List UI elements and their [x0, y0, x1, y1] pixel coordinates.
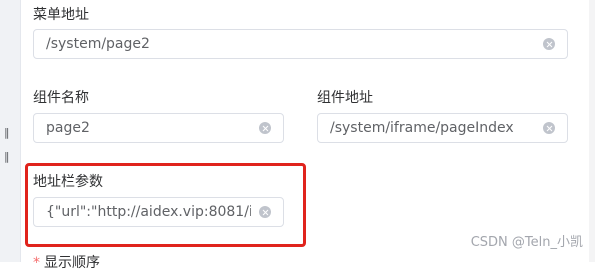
component-address-input[interactable]: /system/iframe/pageIndex	[317, 113, 568, 143]
display-order-text: 显示顺序	[44, 255, 100, 271]
menu-address-label: 菜单地址	[33, 7, 89, 23]
component-name-input[interactable]: page2	[33, 113, 284, 143]
component-address-label: 组件地址	[317, 90, 373, 106]
clear-icon[interactable]	[259, 122, 271, 134]
component-address-value: /system/iframe/pageIndex	[330, 120, 514, 136]
left-edge-fragment: ‖	[4, 126, 10, 139]
menu-address-value: /system/page2	[46, 36, 150, 52]
address-params-value: {"url":"http://aidex.vip:8081/ind	[46, 204, 251, 220]
scrollbar[interactable]	[589, 0, 595, 262]
address-params-label: 地址栏参数	[33, 174, 103, 190]
component-name-label: 组件名称	[33, 90, 89, 106]
address-params-input[interactable]: {"url":"http://aidex.vip:8081/ind	[33, 197, 284, 227]
display-order-label: * 显示顺序	[33, 252, 100, 272]
required-mark: *	[33, 255, 40, 271]
clear-icon[interactable]	[259, 206, 271, 218]
clear-icon[interactable]	[543, 38, 555, 50]
component-name-value: page2	[46, 120, 90, 136]
menu-address-input[interactable]: /system/page2	[33, 29, 568, 59]
watermark: CSDN @Teln_小凯	[470, 235, 583, 250]
left-panel-edge: ‖ ‖	[0, 0, 21, 262]
clear-icon[interactable]	[543, 122, 555, 134]
left-edge-fragment: ‖	[4, 150, 10, 163]
